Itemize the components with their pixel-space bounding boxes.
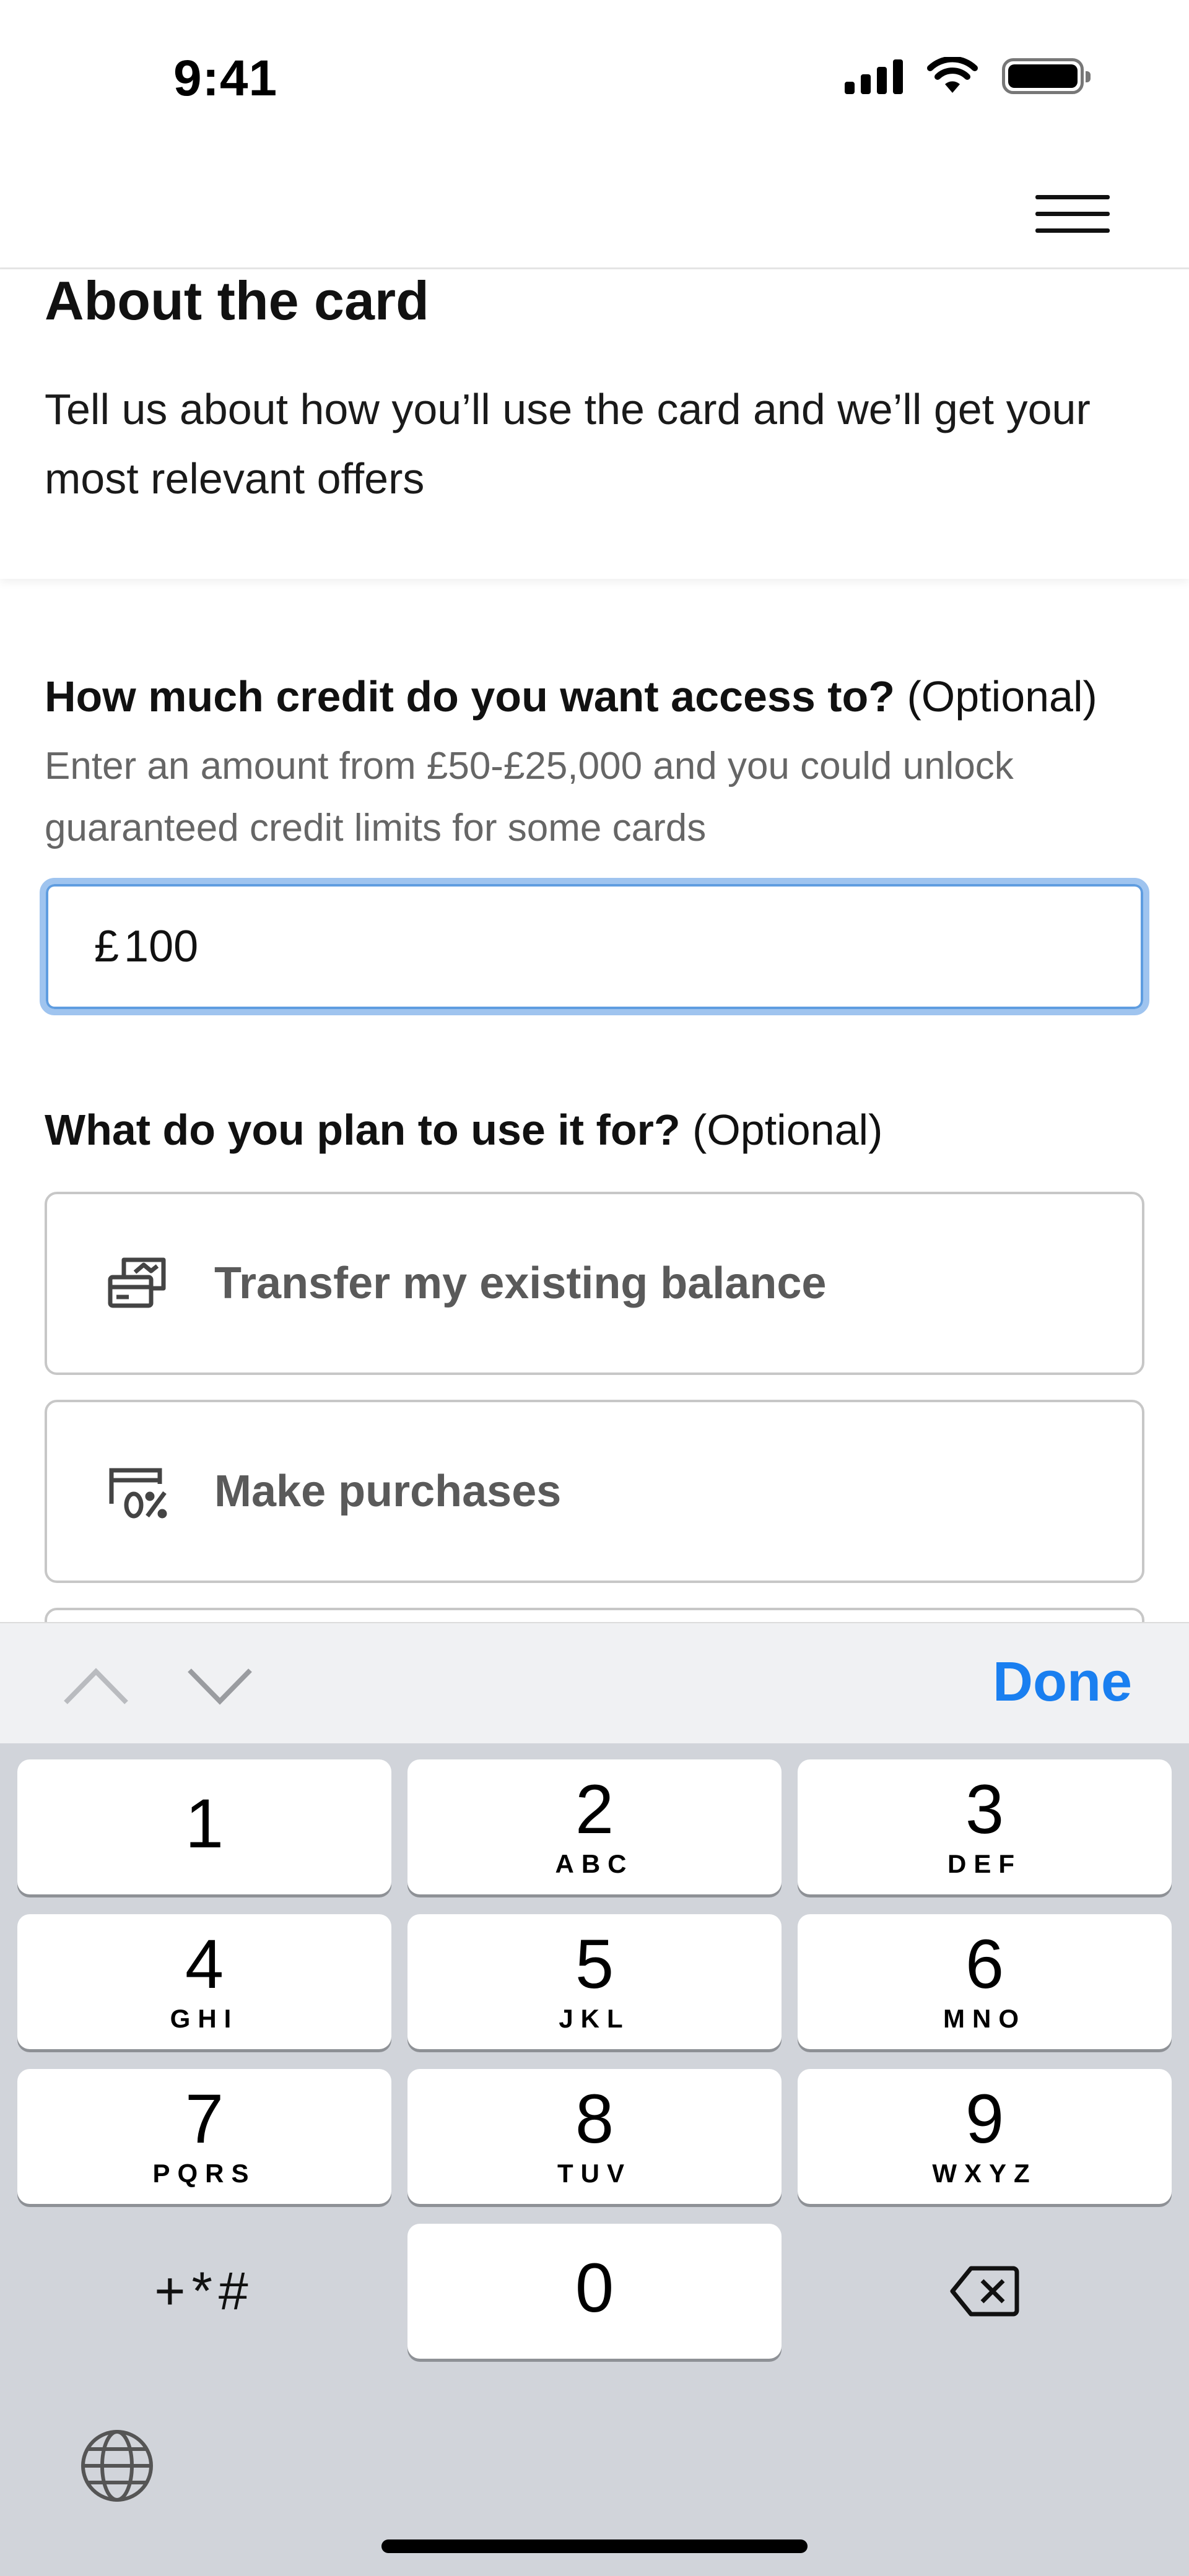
wifi-icon — [927, 57, 978, 93]
about-section: About the card Tell us about how you’ll … — [0, 269, 1189, 579]
key-digit: 9 — [965, 2080, 1004, 2158]
usage-question-title: What do you plan to use it for? (Optiona… — [45, 1105, 882, 1155]
key-letters: JKL — [559, 2004, 630, 2033]
status-icons — [845, 57, 1091, 95]
done-button[interactable]: Done — [993, 1650, 1132, 1714]
key-4[interactable]: 4 GHI — [17, 1914, 391, 2049]
credit-question-title: How much credit do you want access to? (… — [45, 672, 1097, 721]
key-digit: 5 — [575, 1925, 614, 2003]
status-bar: 9:41 — [0, 0, 1189, 161]
credit-amount-input[interactable]: £ 100 — [40, 878, 1149, 1015]
keyboard-toolbar: Done — [0, 1622, 1189, 1743]
key-7[interactable]: 7 PQRS — [17, 2069, 391, 2204]
key-3[interactable]: 3 DEF — [798, 1759, 1172, 1894]
option-transfer-balance[interactable]: Transfer my existing balance — [45, 1192, 1144, 1375]
section-title: About the card — [45, 270, 429, 331]
key-letters: TUV — [557, 2159, 632, 2188]
backspace-icon — [950, 2266, 1019, 2317]
key-digit: 4 — [185, 1925, 224, 2003]
usage-question-label: What do you plan to use it for? — [45, 1106, 681, 1154]
chevron-up-icon[interactable] — [62, 1658, 130, 1714]
section-description: Tell us about how you’ll use the card an… — [45, 385, 1091, 503]
key-0[interactable]: 0 — [407, 2224, 782, 2359]
key-2[interactable]: 2 ABC — [407, 1759, 782, 1894]
balance-transfer-icon — [107, 1252, 168, 1314]
home-indicator — [381, 2539, 808, 2553]
key-letters: DEF — [947, 1849, 1022, 1878]
key-9[interactable]: 9 WXYZ — [798, 2069, 1172, 2204]
key-digit: 2 — [575, 1771, 614, 1848]
key-letters: GHI — [170, 2004, 239, 2033]
key-digit: 8 — [575, 2080, 614, 2158]
purchase-zero-percent-icon — [107, 1460, 168, 1522]
key-digit: 0 — [575, 2249, 614, 2327]
screen: 9:41 About the card Tell us about how yo… — [0, 0, 1189, 2576]
key-digit: 6 — [965, 1925, 1004, 2003]
key-digit: 3 — [965, 1771, 1004, 1848]
status-time: 9:41 — [173, 50, 278, 106]
option-label: Transfer my existing balance — [214, 1259, 827, 1308]
delete-key[interactable] — [798, 2224, 1172, 2359]
credit-question-hint: Enter an amount from £50-£25,000 and you… — [45, 745, 1014, 849]
cellular-signal-icon — [845, 58, 903, 94]
key-letters: PQRS — [152, 2159, 256, 2188]
currency-symbol: £ — [94, 922, 120, 971]
chevron-down-icon[interactable] — [186, 1658, 254, 1714]
key-5[interactable]: 5 JKL — [407, 1914, 782, 2049]
credit-amount-value: 100 — [124, 922, 199, 971]
battery-icon — [1002, 58, 1091, 94]
key-digit: 7 — [185, 2080, 224, 2158]
symbols-label: +*# — [154, 2261, 255, 2321]
option-make-purchases[interactable]: Make purchases — [45, 1400, 1144, 1583]
globe-icon[interactable] — [79, 2428, 155, 2504]
key-symbols[interactable]: +*# — [17, 2224, 391, 2359]
app-header — [0, 161, 1189, 269]
key-digit: 1 — [185, 1785, 224, 1862]
option-label: Make purchases — [214, 1467, 562, 1516]
key-1[interactable]: 1 — [17, 1759, 391, 1894]
optional-label: (Optional) — [692, 1106, 883, 1154]
hamburger-menu-icon[interactable] — [1035, 186, 1110, 241]
key-8[interactable]: 8 TUV — [407, 2069, 782, 2204]
key-letters: WXYZ — [932, 2159, 1037, 2188]
key-6[interactable]: 6 MNO — [798, 1914, 1172, 2049]
credit-question-label: How much credit do you want access to? — [45, 672, 895, 721]
optional-label: (Optional) — [907, 672, 1097, 721]
key-letters: MNO — [943, 2004, 1026, 2033]
key-letters: ABC — [555, 1849, 634, 1878]
